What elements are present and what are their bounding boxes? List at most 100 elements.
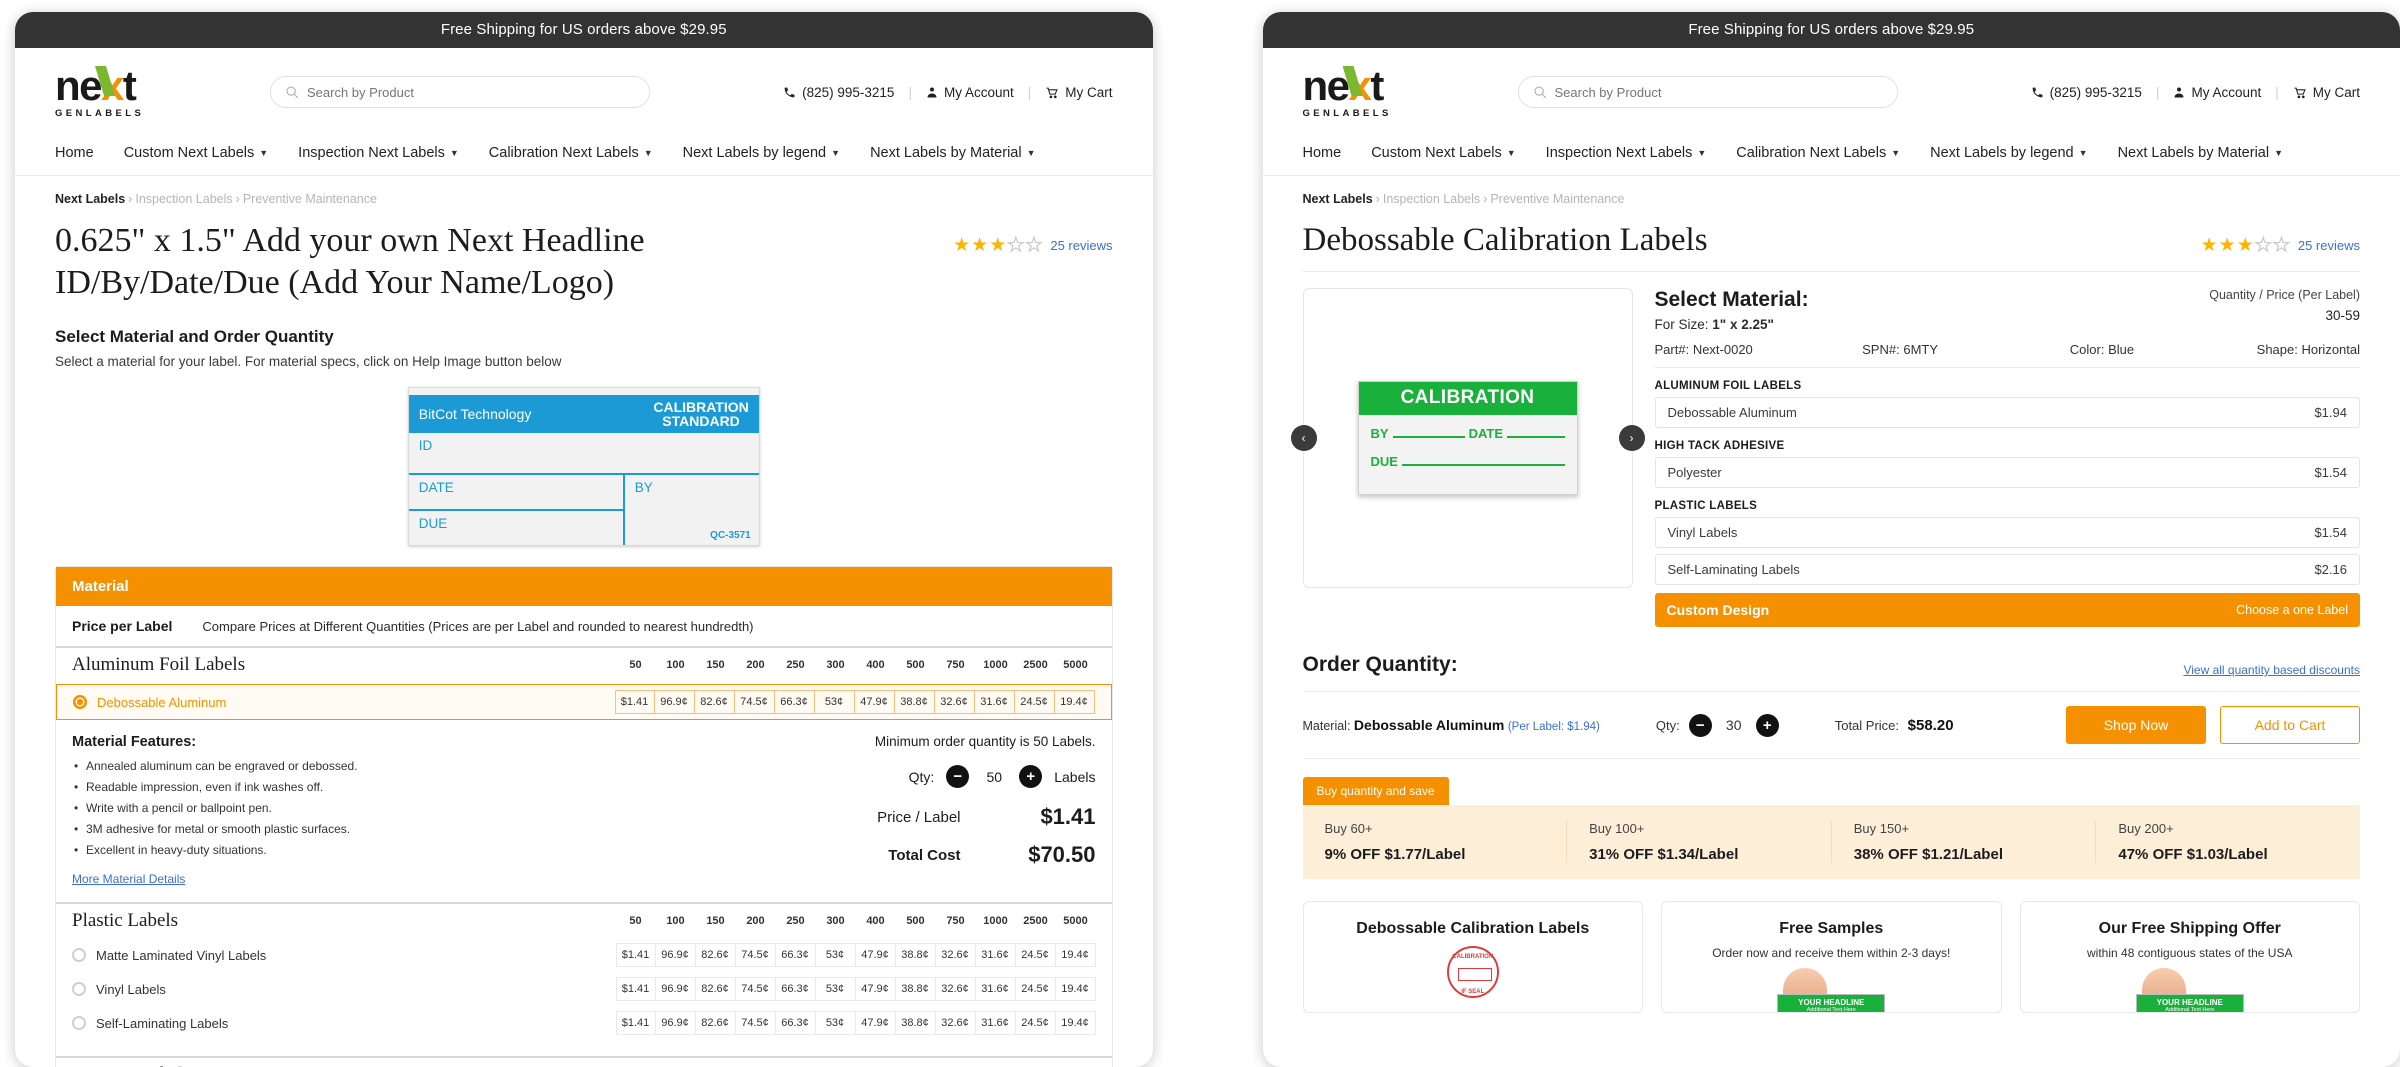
price-cell: 96.9¢ bbox=[656, 943, 696, 967]
qty-increment-button[interactable]: + bbox=[1756, 714, 1779, 737]
divider: | bbox=[1028, 85, 1032, 100]
meta-key: Shape: bbox=[2257, 342, 2298, 357]
breadcrumb-root[interactable]: Next Labels bbox=[55, 192, 125, 206]
material-option-debossable-aluminum[interactable]: Debossable Aluminum $1.94 bbox=[1655, 397, 2361, 428]
qty-decrement-button[interactable]: − bbox=[946, 765, 969, 788]
radio-icon[interactable] bbox=[72, 1016, 86, 1030]
seal-cal-text: CALIBRATION bbox=[1449, 954, 1497, 960]
material-option-self-laminating[interactable]: Self-Laminating Labels $1.41 96.9¢ 82.6¢… bbox=[56, 1006, 1112, 1040]
phone-icon bbox=[783, 86, 796, 99]
tier-150[interactable]: Buy 150+ 38% OFF $1.21/Label bbox=[1832, 821, 2097, 863]
carousel-next-button[interactable]: › bbox=[1619, 425, 1645, 451]
account-link[interactable]: My Account bbox=[926, 85, 1014, 100]
cart-link[interactable]: My Cart bbox=[2293, 85, 2360, 100]
price-cell: 66.3¢ bbox=[776, 943, 816, 967]
search-input[interactable] bbox=[307, 85, 635, 100]
phone-link[interactable]: (825) 995-3215 bbox=[783, 85, 894, 100]
qty-label: Qty: bbox=[1656, 718, 1680, 733]
breadcrumb-mid[interactable]: Inspection Labels bbox=[135, 192, 232, 206]
rating-widget[interactable]: ★ ★ ★ ★ ★ 25 reviews bbox=[953, 220, 1112, 257]
card-free-shipping[interactable]: Our Free Shipping Offer within 48 contig… bbox=[2020, 901, 2361, 1013]
add-to-cart-button[interactable]: Add to Cart bbox=[2220, 706, 2360, 744]
nav-item-home[interactable]: Home bbox=[1303, 145, 1342, 161]
seal-if-text: IF SEAL bbox=[1449, 989, 1497, 995]
nav-item-legend[interactable]: Next Labels by legend▼ bbox=[683, 145, 840, 161]
nav-item-material[interactable]: Next Labels by Material▼ bbox=[870, 145, 1035, 161]
radio-icon[interactable] bbox=[72, 982, 86, 996]
nav-item-custom[interactable]: Custom Next Labels▼ bbox=[124, 145, 268, 161]
star-empty-icon: ★ bbox=[1025, 234, 1042, 257]
qty-value[interactable]: 50 bbox=[981, 769, 1007, 785]
qty-decrement-button[interactable]: − bbox=[1689, 714, 1712, 737]
chevron-down-icon: ▼ bbox=[1697, 148, 1706, 158]
logo-t: t bbox=[1370, 62, 1383, 109]
nav-item-legend[interactable]: Next Labels by legend▼ bbox=[1930, 145, 2087, 161]
nav-item-inspection[interactable]: Inspection Next Labels▼ bbox=[1546, 145, 1707, 161]
account-label: My Account bbox=[944, 85, 1014, 100]
qty-label: Qty: bbox=[909, 769, 935, 785]
card-free-samples[interactable]: Free Samples Order now and receive them … bbox=[1661, 901, 2002, 1013]
radio-icon[interactable] bbox=[72, 948, 86, 962]
order-material: Material: Debossable Aluminum (Per Label… bbox=[1303, 717, 1600, 733]
green-label-hand-image: YOUR HEADLINE Additional Text Here BY NO… bbox=[1777, 968, 1885, 1013]
tier-100[interactable]: Buy 100+ 31% OFF $1.34/Label bbox=[1567, 821, 1832, 863]
nav-item-material[interactable]: Next Labels by Material▼ bbox=[2118, 145, 2283, 161]
site-header: next GENLABELS (825) 995-3215 | bbox=[15, 48, 1153, 135]
custom-design-button[interactable]: Custom Design Choose a one Label bbox=[1655, 593, 2361, 627]
material-option-vinyl[interactable]: Vinyl Labels $1.41 96.9¢ 82.6¢ 74.5¢ 66.… bbox=[56, 972, 1112, 1006]
material-group-label-aluminum: ALUMINUM FOIL LABELS bbox=[1655, 380, 2361, 392]
nav-item-calibration[interactable]: Calibration Next Labels▼ bbox=[489, 145, 653, 161]
price-cell: 82.6¢ bbox=[696, 1011, 736, 1035]
brand-logo[interactable]: next GENLABELS bbox=[1303, 66, 1453, 119]
card-debossable-calibration[interactable]: Debossable Calibration Labels CALIBRATIO… bbox=[1303, 901, 1644, 1013]
label-row-due: DUE bbox=[1371, 454, 1565, 469]
breadcrumb-sep: › bbox=[1483, 192, 1487, 206]
more-material-details-link[interactable]: More Material Details bbox=[72, 872, 185, 886]
search-icon bbox=[1533, 85, 1547, 99]
search-box[interactable] bbox=[1518, 76, 1898, 108]
price-per-label-title: Price per Label bbox=[72, 618, 172, 634]
breadcrumb-root[interactable]: Next Labels bbox=[1303, 192, 1373, 206]
label-preview-image[interactable]: BitCot Technology CALIBRATION STANDARD I… bbox=[408, 387, 760, 547]
view-discounts-link[interactable]: View all quantity based discounts bbox=[2183, 663, 2360, 677]
tier-60[interactable]: Buy 60+ 9% OFF $1.77/Label bbox=[1303, 821, 1568, 863]
material-option-polyester[interactable]: Polyester $1.54 bbox=[1655, 457, 2361, 488]
account-link[interactable]: My Account bbox=[2173, 85, 2261, 100]
rating-widget[interactable]: ★ ★ ★ ★ ★ 25 reviews bbox=[2201, 220, 2360, 257]
qty-increment-button[interactable]: + bbox=[1019, 765, 1042, 788]
tier-200[interactable]: Buy 200+ 47% OFF $1.03/Label bbox=[2096, 821, 2360, 863]
price-cell: 32.6¢ bbox=[936, 977, 976, 1001]
star-filled-icon: ★ bbox=[2219, 234, 2236, 257]
material-option-self-laminating[interactable]: Self-Laminating Labels $2.16 bbox=[1655, 554, 2361, 585]
material-option-matte-laminated-vinyl[interactable]: Matte Laminated Vinyl Labels $1.41 96.9¢… bbox=[56, 938, 1112, 972]
nav-item-inspection[interactable]: Inspection Next Labels▼ bbox=[298, 145, 459, 161]
reviews-link[interactable]: 25 reviews bbox=[2298, 238, 2360, 253]
phone-link[interactable]: (825) 995-3215 bbox=[2031, 85, 2142, 100]
promo-banner: Free Shipping for US orders above $29.95 bbox=[1263, 12, 2400, 48]
search-box[interactable] bbox=[270, 76, 650, 108]
material-option-debossable-aluminum[interactable]: Debossable Aluminum $1.41 96.9¢ 82.6¢ 74… bbox=[56, 684, 1112, 720]
quantity-stepper[interactable]: Qty: − 50 + Labels bbox=[756, 765, 1096, 788]
nav-item-home[interactable]: Home bbox=[55, 145, 94, 161]
breadcrumb-mid[interactable]: Inspection Labels bbox=[1383, 192, 1480, 206]
qty-value[interactable]: 30 bbox=[1721, 717, 1747, 733]
star-empty-icon: ★ bbox=[1007, 234, 1024, 257]
nav-item-calibration[interactable]: Calibration Next Labels▼ bbox=[1736, 145, 1900, 161]
search-input[interactable] bbox=[1555, 85, 1883, 100]
shop-now-button[interactable]: Shop Now bbox=[2066, 706, 2206, 744]
cart-link[interactable]: My Cart bbox=[1045, 85, 1112, 100]
product-meta: Part#: Next-0020 SPN#: 6MTY Color: Blue … bbox=[1655, 342, 2361, 368]
main-nav: Home Custom Next Labels▼ Inspection Next… bbox=[1263, 135, 2400, 176]
main-nav: Home Custom Next Labels▼ Inspection Next… bbox=[15, 135, 1153, 176]
carousel-prev-button[interactable]: ‹ bbox=[1291, 425, 1317, 451]
reviews-link[interactable]: 25 reviews bbox=[1050, 238, 1112, 253]
quantity-stepper[interactable]: Qty: − 30 + bbox=[1656, 714, 1779, 737]
material-option-vinyl[interactable]: Vinyl Labels $1.54 bbox=[1655, 517, 2361, 548]
radio-icon[interactable] bbox=[73, 695, 87, 709]
brand-logo[interactable]: next GENLABELS bbox=[55, 66, 205, 119]
breadcrumb-sep: › bbox=[1376, 192, 1380, 206]
logo-ne: ne bbox=[1303, 62, 1349, 109]
product-image[interactable]: CALIBRATION BY DATE DUE bbox=[1358, 381, 1578, 495]
nav-item-custom[interactable]: Custom Next Labels▼ bbox=[1371, 145, 1515, 161]
meta-spn: SPN#: 6MTY bbox=[1862, 342, 2070, 357]
